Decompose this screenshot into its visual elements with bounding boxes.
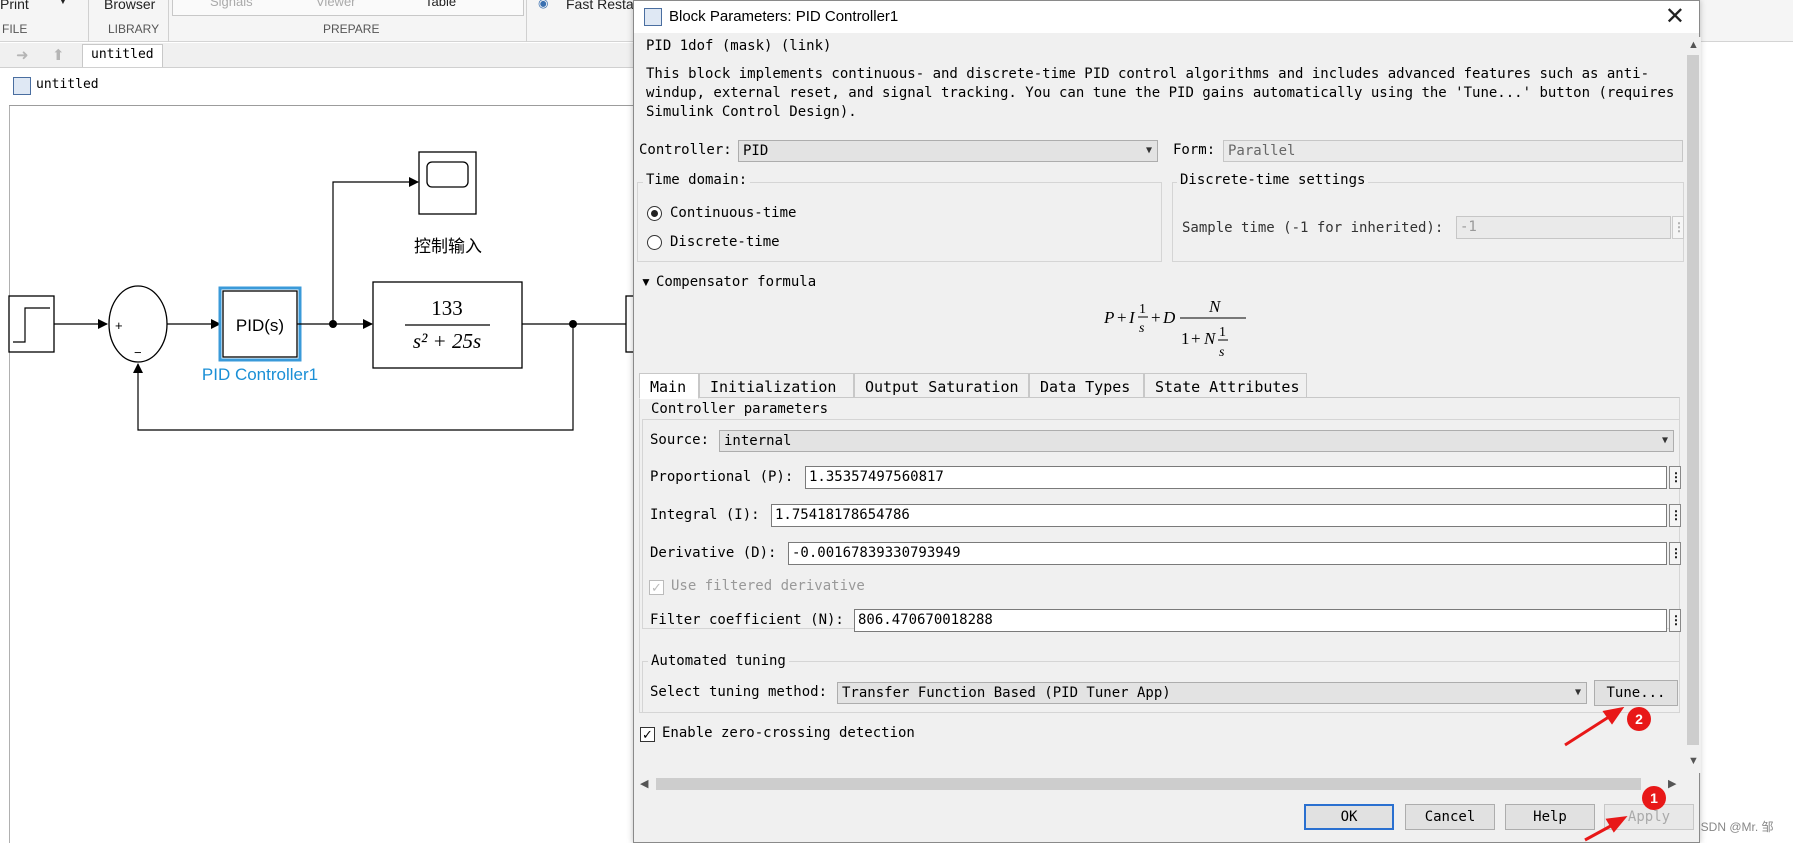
annotation-arrowhead: [1605, 816, 1628, 833]
annotation-badge-2: 2: [1627, 707, 1651, 731]
annotation-badge-1: 1: [1642, 786, 1666, 810]
annotation-overlay: [1564, 706, 1628, 842]
annotation-arrowhead: [1602, 706, 1625, 725]
